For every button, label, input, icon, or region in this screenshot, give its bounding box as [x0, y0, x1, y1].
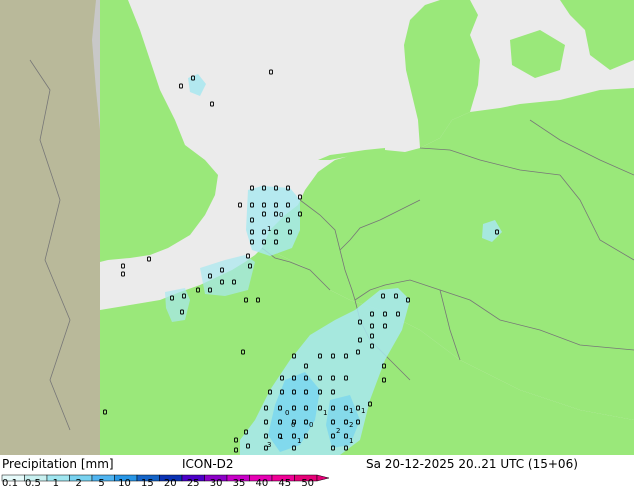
colorbar-tick-label: 25 [186, 478, 200, 489]
station-value-label: 1 [323, 409, 327, 417]
colorbar-tick-label: 10 [118, 478, 131, 489]
valid-time: Sa 20-12-2025 20..21 UTC (15+06) [366, 457, 578, 471]
colorbar-tick-label: 45 [278, 478, 292, 489]
colorbar-tick-label: 35 [232, 478, 246, 489]
colorbar-tick-labels: 0.1 0.5 1 2 5 10 15 20 25 30 35 40 45 50 [0, 478, 634, 490]
station-value-label: 0 [309, 421, 313, 429]
colorbar-tick-label: 40 [255, 478, 269, 489]
colorbar-tick-label: 2 [75, 478, 82, 489]
station-value-label: 3 [267, 441, 271, 449]
station-value-label: 1 [267, 225, 271, 233]
station-value-label: 0 [285, 409, 289, 417]
station-value-label: 1 [349, 437, 353, 445]
model-name: ICON-D2 [182, 457, 234, 471]
station-value-label: 0 [291, 421, 295, 429]
colorbar-tick-label: 0.1 [2, 478, 18, 489]
great-britain-land [0, 0, 100, 455]
colorbar-tick-label: 15 [141, 478, 154, 489]
colorbar-tick-label: 30 [209, 478, 223, 489]
station-value-label: 1 [361, 407, 365, 415]
station-value-label: 2 [349, 421, 353, 429]
colorbar-tick-label: 50 [301, 478, 315, 489]
station-value-label: 1 [349, 407, 353, 415]
colorbar-tick-label: 0.5 [24, 478, 41, 489]
station-value-label: 1 [279, 433, 283, 441]
precipitation-map: 01012130 1 10121 [0, 0, 634, 455]
precip-patch-netherlands [246, 186, 300, 256]
legend-bar: Precipitation [mm] ICON-D2 Sa 20-12-2025… [0, 455, 634, 490]
station-value-label: 0 [279, 211, 283, 219]
colorbar-tick-label: 20 [163, 478, 177, 489]
precipitation-map-figure: 01012130110121 Precipitation [mm] ICON-D… [0, 0, 634, 490]
legend-title: Precipitation [mm] [2, 457, 114, 471]
colorbar-tick-label: 1 [52, 478, 59, 489]
colorbar-tick-label: 5 [98, 478, 105, 489]
station-value-label: 2 [336, 427, 340, 435]
station-value-label: 1 [297, 437, 301, 445]
